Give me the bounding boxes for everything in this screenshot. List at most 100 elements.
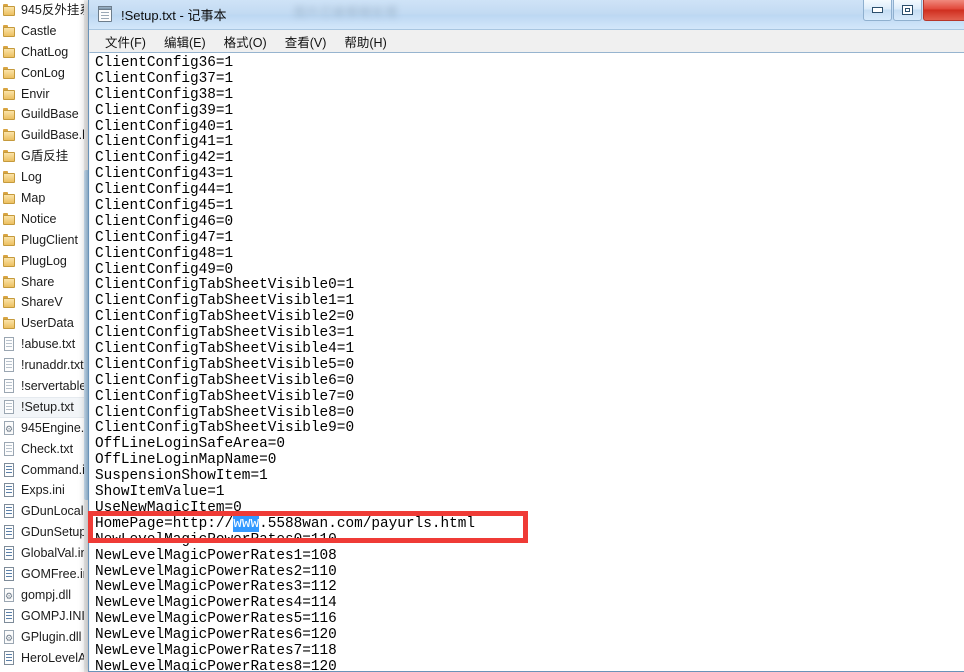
text-file-icon bbox=[3, 378, 16, 394]
file-list-item[interactable]: G盾反挂 bbox=[0, 146, 90, 167]
notepad-icon bbox=[97, 6, 114, 23]
file-list-item-label: HeroLevelAbility.txt bbox=[21, 650, 90, 665]
text-line: ClientConfig44=1 bbox=[95, 182, 234, 199]
text-line: UseNewMagicItem=0 bbox=[95, 499, 242, 516]
file-list-item[interactable]: ChatLog bbox=[0, 42, 90, 63]
notepad-text-content[interactable]: ClientConfig36=1 ClientConfig37=1 ClientCo… bbox=[90, 53, 475, 671]
file-list-item-label: G盾反挂 bbox=[21, 149, 69, 164]
file-list-item[interactable]: !runaddr.txt bbox=[0, 355, 90, 376]
file-list-item[interactable]: GOMPJ.INI bbox=[0, 606, 90, 627]
minimize-button[interactable] bbox=[863, 0, 892, 21]
file-list-item-label: !runaddr.txt bbox=[21, 358, 84, 373]
text-line: ClientConfigTabSheetVisible0=1 bbox=[95, 277, 355, 294]
file-list-item[interactable]: Notice bbox=[0, 209, 90, 230]
file-list-item[interactable]: Command.ini bbox=[0, 460, 90, 481]
window-title: !Setup.txt - 记事本 bbox=[121, 8, 227, 23]
notepad-menubar[interactable]: 文件(F) 编辑(E) 格式(O) 查看(V) 帮助(H) bbox=[89, 30, 964, 53]
file-list-item[interactable]: Log bbox=[0, 167, 90, 188]
maximize-icon bbox=[902, 5, 913, 15]
file-list-item-label: GOMFree.ini bbox=[21, 566, 90, 581]
text-file-icon bbox=[3, 399, 16, 415]
menu-item-1[interactable]: 文件(F) bbox=[96, 30, 155, 53]
text-line: NewLevelMagicPowerRates2=110 bbox=[95, 563, 337, 580]
file-list-item[interactable]: PlugClient bbox=[0, 230, 90, 251]
file-list-item-label: Share bbox=[21, 274, 55, 289]
dll-file-icon: ⚙ bbox=[3, 587, 16, 603]
file-list-item[interactable]: HeroLevelAbility.txt bbox=[0, 648, 90, 669]
maximize-button[interactable] bbox=[893, 0, 922, 21]
window-controls[interactable] bbox=[862, 0, 964, 21]
file-list-item-label: ShareV bbox=[21, 295, 63, 310]
menu-item-3[interactable]: 格式(O) bbox=[215, 30, 276, 53]
homepage-text-line[interactable]: HomePage=http://www.5588wan.com/payurls.… bbox=[95, 515, 476, 533]
menu-item-4[interactable]: 查看(V) bbox=[276, 30, 336, 53]
text-line: ClientConfigTabSheetVisible3=1 bbox=[95, 325, 355, 342]
file-list-item[interactable]: GuildBase.bak bbox=[0, 125, 90, 146]
folder-icon bbox=[3, 45, 16, 60]
selected-text[interactable]: www bbox=[233, 515, 260, 532]
text-line: NewLevelMagicPowerRates6=120 bbox=[95, 627, 337, 644]
explorer-file-list[interactable]: 945反外挂系统 Castle ChatLog ConLog Envir GuildBas… bbox=[0, 0, 90, 669]
close-button[interactable] bbox=[923, 0, 964, 21]
file-list-item-label: Map bbox=[21, 190, 46, 205]
menu-item-2[interactable]: 编辑(E) bbox=[155, 30, 215, 53]
file-list-item[interactable]: !Setup.txt bbox=[0, 396, 90, 418]
folder-icon bbox=[3, 24, 16, 39]
folder-icon bbox=[3, 170, 16, 185]
text-line: ClientConfigTabSheetVisible8=0 bbox=[95, 404, 355, 421]
text-line: NewLevelMagicPowerRates7=118 bbox=[95, 642, 337, 659]
ini-file-icon bbox=[3, 504, 16, 519]
file-list-item[interactable]: ⚙ gompj.dll bbox=[0, 585, 90, 606]
file-list-item[interactable]: PlugLog bbox=[0, 251, 90, 272]
notepad-window[interactable]: !Setup.txt - 记事本 图片已被模糊处理 文件(F) 编辑(E) 格式(O… bbox=[88, 0, 964, 672]
folder-icon bbox=[3, 212, 16, 227]
notepad-titlebar[interactable]: !Setup.txt - 记事本 图片已被模糊处理 bbox=[89, 0, 964, 30]
file-list-item[interactable]: GDunLocal.ini bbox=[0, 501, 90, 522]
dll-file-icon: ⚙ bbox=[3, 420, 16, 436]
file-list-item[interactable]: !servertable.txt bbox=[0, 376, 90, 397]
file-list-item[interactable]: ConLog bbox=[0, 63, 90, 84]
file-list-item-label: GlobalVal.ini bbox=[21, 546, 90, 561]
file-list-item[interactable]: Castle bbox=[0, 21, 90, 42]
text-line: OffLineLoginMapName=0 bbox=[95, 452, 277, 469]
file-list-item-label: ChatLog bbox=[21, 44, 69, 59]
ini-file-icon bbox=[3, 525, 16, 540]
file-list-item-label: ConLog bbox=[21, 65, 65, 80]
homepage-suffix: .5588wan.com/payurls.html bbox=[259, 515, 476, 532]
menu-item-5[interactable]: 帮助(H) bbox=[335, 30, 395, 53]
file-list-item[interactable]: !abuse.txt bbox=[0, 334, 90, 355]
file-list-item[interactable]: ShareV bbox=[0, 292, 90, 313]
explorer-file-list-pane[interactable]: 945反外挂系统 Castle ChatLog ConLog Envir GuildBas… bbox=[0, 0, 90, 672]
file-list-item[interactable]: GDunSetup.ini bbox=[0, 522, 90, 543]
text-line: ClientConfig40=1 bbox=[95, 118, 234, 135]
file-list-item[interactable]: ⚙ 945Engine.dll bbox=[0, 418, 90, 439]
text-line: ClientConfigTabSheetVisible7=0 bbox=[95, 388, 355, 405]
file-list-item-label: Log bbox=[21, 170, 42, 185]
file-list-item[interactable]: Exps.ini bbox=[0, 480, 90, 501]
folder-icon bbox=[3, 254, 16, 269]
folder-icon bbox=[3, 128, 16, 143]
file-list-item[interactable]: GOMFree.ini bbox=[0, 564, 90, 585]
file-list-item[interactable]: Share bbox=[0, 272, 90, 293]
file-list-item[interactable]: GuildBase bbox=[0, 104, 90, 125]
file-list-item-label: Check.txt bbox=[21, 441, 74, 456]
file-list-item[interactable]: ⚙ GPlugin.dll bbox=[0, 627, 90, 648]
text-line: ClientConfigTabSheetVisible1=1 bbox=[95, 293, 355, 310]
text-line: ClientConfigTabSheetVisible2=0 bbox=[95, 309, 355, 326]
text-line: ShowItemValue=1 bbox=[95, 484, 225, 501]
file-list-item[interactable]: Envir bbox=[0, 84, 90, 105]
notepad-text-area[interactable]: ClientConfig36=1 ClientConfig37=1 ClientCo… bbox=[90, 52, 964, 671]
file-list-item[interactable]: Map bbox=[0, 188, 90, 209]
file-list-item-label: Envir bbox=[21, 86, 50, 101]
folder-icon bbox=[3, 107, 16, 122]
file-list-item-label: GDunLocal.ini bbox=[21, 504, 90, 519]
file-list-item[interactable]: GlobalVal.ini bbox=[0, 543, 90, 564]
text-line: OffLineLoginSafeArea=0 bbox=[95, 436, 285, 453]
text-line: NewLevelMagicPowerRates0=110 bbox=[95, 531, 337, 548]
file-list-item-label: GDunSetup.ini bbox=[21, 525, 90, 540]
file-list-item[interactable]: 945反外挂系统 bbox=[0, 0, 90, 21]
file-list-item[interactable]: UserData bbox=[0, 313, 90, 334]
file-list-item-label: GPlugin.dll bbox=[21, 629, 82, 644]
ini-file-icon bbox=[3, 546, 16, 561]
file-list-item[interactable]: Check.txt bbox=[0, 439, 90, 460]
